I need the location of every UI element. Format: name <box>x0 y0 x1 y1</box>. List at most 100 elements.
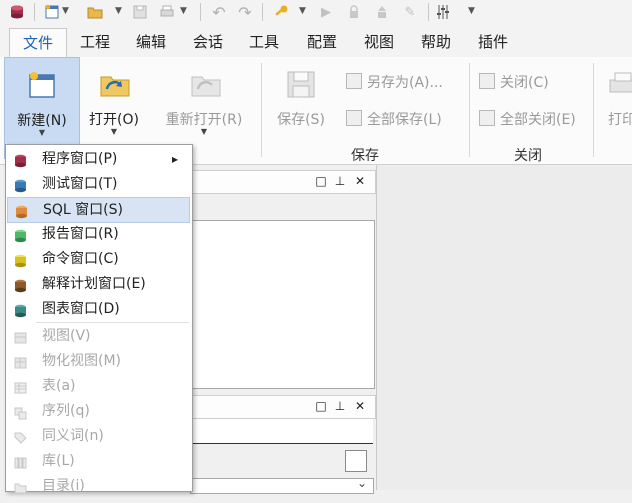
new-window-icon <box>27 70 57 104</box>
menu-item-explain-plan-window[interactable]: 解释计划窗口(E) <box>7 272 190 296</box>
save-all-button[interactable]: 全部保存(L) <box>346 109 442 131</box>
menu-item-library[interactable]: 库(L) <box>7 449 190 473</box>
tab-plugins[interactable]: 插件 <box>472 28 514 57</box>
find-option-checkbox[interactable] <box>345 450 367 472</box>
save-button[interactable]: 保存(S) <box>270 57 332 157</box>
save-label: 保存(S) <box>277 112 325 128</box>
reopen-button[interactable]: 重新打开(R) ▼ <box>156 57 252 157</box>
open-label: 打开(O) <box>89 112 139 128</box>
menu-item-synonym[interactable]: 同义词(n) <box>7 424 190 448</box>
chevron-down-icon[interactable]: ▼ <box>115 6 122 16</box>
quick-access-toolbar: ▼ ▼ ▼ ↶ ↷ ▼ ▶ ✎ ▼ <box>0 0 632 24</box>
close-icon[interactable]: ✕ <box>353 399 367 413</box>
menu-item-view[interactable]: 视图(V) <box>7 324 190 348</box>
maximize-icon[interactable]: □ <box>314 174 328 188</box>
menu-item-diagram-window[interactable]: 图表窗口(D) <box>7 297 190 321</box>
tab-config[interactable]: 配置 <box>301 28 343 57</box>
tab-session[interactable]: 会话 <box>187 28 229 57</box>
reopen-folder-icon <box>190 69 222 103</box>
report-db-icon <box>14 227 27 243</box>
synonym-tag-icon <box>14 429 27 444</box>
run-icon[interactable]: ▶ <box>317 3 335 21</box>
close-button[interactable]: 关闭(C) <box>479 72 549 94</box>
new-dropdown-menu: 程序窗口(P) ▸ 测试窗口(T) SQL 窗口(S) 报告窗口(R) 命令窗口… <box>5 144 193 494</box>
menu-separator <box>36 322 189 323</box>
group-label-close: 关闭 <box>514 148 542 164</box>
chevron-down-icon: ⌄ <box>356 476 367 490</box>
group-label-save: 保存 <box>351 148 379 164</box>
menu-item-program-window[interactable]: 程序窗口(P) ▸ <box>7 147 190 171</box>
menu-item-report-window[interactable]: 报告窗口(R) <box>7 222 190 246</box>
open-folder-icon <box>99 69 131 103</box>
menu-item-test-window[interactable]: 测试窗口(T) <box>7 172 190 196</box>
menu-item-table[interactable]: 表(a) <box>7 374 190 398</box>
maximize-icon[interactable]: □ <box>314 399 328 413</box>
new-doc-icon[interactable] <box>43 3 61 21</box>
lock-icon[interactable] <box>345 3 363 21</box>
print-icon[interactable] <box>158 3 176 21</box>
sql-db-icon <box>15 203 28 219</box>
print-icon <box>608 71 632 101</box>
panel-header-bottom: □ ⊥ ✕ <box>190 395 376 419</box>
print-label: 打印 <box>608 112 632 128</box>
reopen-label: 重新打开(R) <box>165 112 243 128</box>
redo-icon[interactable]: ↷ <box>236 3 254 22</box>
save-all-icon <box>346 110 362 126</box>
pin-icon[interactable]: ⊥ <box>333 174 347 188</box>
close-icon[interactable]: ✕ <box>353 174 367 188</box>
close-all-icon <box>479 110 495 126</box>
menu-item-sequence[interactable]: 序列(q) <box>7 399 190 423</box>
new-label: 新建(N) <box>17 113 67 129</box>
editor-area <box>377 165 632 490</box>
panel-list-top[interactable] <box>190 220 375 389</box>
tab-help[interactable]: 帮助 <box>415 28 457 57</box>
test-db-icon <box>14 177 27 193</box>
chevron-down-icon[interactable]: ▼ <box>180 6 187 16</box>
open-button[interactable]: 打开(O) ▼ <box>84 57 144 157</box>
app-db-icon[interactable] <box>8 3 26 21</box>
close-all-button[interactable]: 全部关闭(E) <box>479 109 576 131</box>
upload-icon[interactable] <box>373 3 391 21</box>
menu-bar: 文件 工程 编辑 会话 工具 配置 视图 帮助 插件 <box>0 24 632 58</box>
chevron-down-icon: ▼ <box>200 127 208 136</box>
undo-icon[interactable]: ↶ <box>210 3 228 22</box>
table-icon <box>14 379 27 394</box>
tab-view[interactable]: 视图 <box>358 28 400 57</box>
save-icon <box>286 69 316 103</box>
save-icon[interactable] <box>131 3 149 21</box>
view-icon <box>14 329 27 344</box>
key-icon[interactable] <box>272 3 290 21</box>
tab-file[interactable]: 文件 <box>9 28 67 58</box>
program-db-icon <box>14 152 27 168</box>
pin-icon[interactable]: ⊥ <box>333 399 347 413</box>
diagram-db-icon <box>14 302 27 318</box>
find-input[interactable] <box>190 419 373 444</box>
materialized-view-icon <box>14 354 27 369</box>
sliders-icon[interactable] <box>434 3 452 21</box>
chevron-down-icon[interactable]: ▼ <box>299 6 306 16</box>
close-window-icon <box>479 73 495 89</box>
submenu-arrow-icon: ▸ <box>172 152 179 166</box>
panel-combobox[interactable]: ⌄ <box>190 476 374 494</box>
save-as-icon <box>346 73 362 89</box>
print-button[interactable]: 打印 <box>600 57 632 157</box>
sequence-icon <box>14 404 27 420</box>
tab-project[interactable]: 工程 <box>74 28 116 57</box>
library-icon <box>14 454 27 469</box>
open-folder-icon[interactable] <box>86 3 104 21</box>
menu-item-materialized-view[interactable]: 物化视图(M) <box>7 349 190 373</box>
menu-item-command-window[interactable]: 命令窗口(C) <box>7 247 190 271</box>
customize-icon[interactable]: ▼ <box>468 6 475 16</box>
pin-icon[interactable]: ✎ <box>401 3 419 21</box>
menu-item-sql-window[interactable]: SQL 窗口(S) <box>7 197 190 223</box>
command-db-icon <box>14 252 27 268</box>
directory-icon <box>14 479 27 494</box>
chevron-down-icon[interactable]: ▼ <box>62 6 69 16</box>
chevron-down-icon: ▼ <box>110 127 118 136</box>
tab-edit[interactable]: 编辑 <box>130 28 172 57</box>
tab-tools[interactable]: 工具 <box>243 28 285 57</box>
explain-db-icon <box>14 277 27 293</box>
save-as-button[interactable]: 另存为(A)... <box>346 72 443 94</box>
panel-header-top: □ ⊥ ✕ <box>190 170 376 194</box>
menu-item-directory[interactable]: 目录(i) <box>7 474 190 498</box>
